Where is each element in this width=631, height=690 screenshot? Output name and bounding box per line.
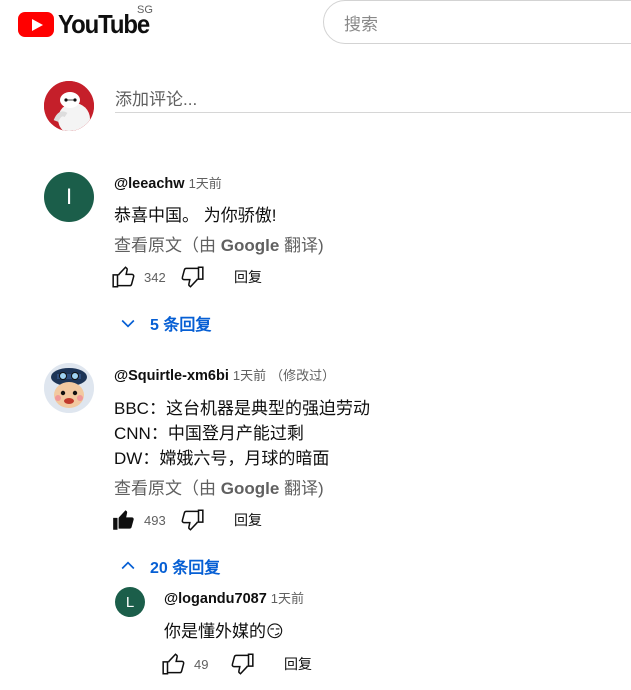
comment-text-line-2: CNN：中国登月产能过剩 xyxy=(114,424,304,443)
region-label: SG xyxy=(137,4,153,16)
avatar-letter: I xyxy=(65,184,73,209)
dislike-button[interactable] xyxy=(178,263,206,291)
baymax-avatar-icon xyxy=(44,81,94,131)
dislike-button[interactable] xyxy=(228,650,256,678)
comment-time[interactable]: 1天前 xyxy=(271,591,304,606)
comment-author[interactable]: @Squirtle-xm6bi xyxy=(114,368,229,384)
comment-author[interactable]: @leeachw xyxy=(114,176,185,192)
like-button[interactable] xyxy=(110,506,138,534)
thumbs-down-icon xyxy=(181,266,204,288)
comment-text: 你是懂外媒的😏 xyxy=(164,617,284,642)
translate-suffix: 翻译) xyxy=(279,236,324,255)
search-input[interactable]: 搜索 xyxy=(323,0,631,44)
thumbs-up-icon xyxy=(112,266,135,288)
avatar-letter: L xyxy=(125,593,135,611)
view-replies-toggle[interactable]: 5 条回复 xyxy=(118,311,211,335)
avatar[interactable] xyxy=(44,363,94,413)
comment-input-placeholder: 添加评论... xyxy=(115,90,198,109)
comment-meta: @logandu7087 1天前 xyxy=(164,588,304,607)
comment-text-line-3: DW：嫦娥六号，月球的暗面 xyxy=(114,449,330,468)
like-count: 493 xyxy=(144,512,166,528)
avatar[interactable]: L xyxy=(115,587,145,617)
reply-button[interactable]: 回复 xyxy=(234,267,262,287)
squirtle-avatar-icon xyxy=(44,363,94,413)
see-original-link[interactable]: 查看原文（由 Google 翻译) xyxy=(114,231,324,256)
thumbs-down-icon xyxy=(181,509,204,531)
replies-count: 20 条回复 xyxy=(150,560,221,577)
comment-actions: 493 回复 xyxy=(110,506,262,534)
comment-meta: @Squirtle-xm6bi 1天前 （修改过） xyxy=(114,365,335,384)
top-bar: YouTube SG 搜索 xyxy=(0,0,631,52)
thumbs-up-filled-icon xyxy=(113,510,134,530)
comment-input[interactable]: 添加评论... xyxy=(115,85,631,113)
like-button[interactable] xyxy=(110,263,138,291)
comment-actions: 342 回复 xyxy=(110,263,262,291)
comment-text: 恭喜中国。 为你骄傲! xyxy=(114,206,277,225)
thumbs-up-icon xyxy=(162,653,185,675)
replies-count: 5 条回复 xyxy=(150,317,212,334)
translate-suffix: 翻译) xyxy=(279,479,324,498)
comment-text-content: 你是懂外媒的 xyxy=(164,622,266,641)
comment-meta: @leeachw 1天前 xyxy=(114,173,222,192)
like-count: 342 xyxy=(144,269,166,285)
smirk-emoji-icon: 😏 xyxy=(266,622,284,641)
chevron-up-icon xyxy=(121,561,135,570)
see-original-link[interactable]: 查看原文（由 Google 翻译) xyxy=(114,474,324,499)
reply-button[interactable]: 回复 xyxy=(284,654,312,674)
like-button[interactable] xyxy=(160,650,188,678)
user-avatar[interactable] xyxy=(44,81,94,131)
thumbs-down-icon xyxy=(231,653,254,675)
dislike-button[interactable] xyxy=(178,506,206,534)
avatar[interactable]: I xyxy=(44,172,94,222)
like-count: 49 xyxy=(194,656,209,672)
logo-text: YouTube xyxy=(58,9,150,39)
comment-text-line-1: BBC：这台机器是典型的强迫劳动 xyxy=(114,399,370,418)
edited-label: （修改过） xyxy=(270,368,336,383)
hide-replies-toggle[interactable]: 20 条回复 xyxy=(118,554,220,578)
comment-author[interactable]: @logandu7087 xyxy=(164,591,267,607)
translate-brand: Google xyxy=(220,479,280,498)
search-placeholder: 搜索 xyxy=(344,14,378,34)
youtube-play-icon xyxy=(18,12,54,37)
comment-time[interactable]: 1天前 xyxy=(189,176,222,191)
comment-actions: 49 回复 xyxy=(160,650,312,678)
translate-prefix: 查看原文（由 xyxy=(114,479,221,498)
chevron-down-icon xyxy=(121,319,135,328)
translate-prefix: 查看原文（由 xyxy=(114,236,221,255)
translate-brand: Google xyxy=(220,236,280,255)
reply-button[interactable]: 回复 xyxy=(234,510,262,530)
comment-time[interactable]: 1天前 xyxy=(233,368,266,383)
